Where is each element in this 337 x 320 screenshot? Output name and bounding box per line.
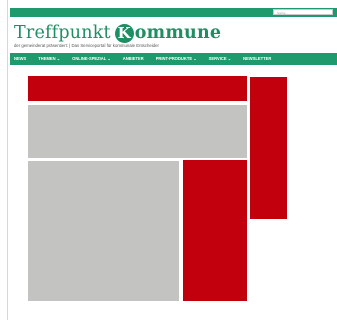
ad-banner-top[interactable] — [28, 76, 247, 101]
ad-skyscraper-right[interactable] — [250, 77, 287, 219]
search-input[interactable]: Suche ... — [273, 9, 333, 15]
main-navigation: NEWS THEMEN ⌄ ONLINE-SPEZIAL ⌄ ANBIETER … — [10, 53, 337, 65]
site-tagline: der gemeinderat präsentiert: | Das Servi… — [14, 43, 159, 48]
nav-item-anbieter[interactable]: ANBIETER — [117, 53, 150, 65]
page: Suche ... Treffpunkt K ommune der gemein… — [8, 0, 337, 320]
content-placeholder-main — [28, 161, 179, 301]
nav-item-print-produkte[interactable]: PRINT-PRODUKTE ⌄ — [150, 53, 203, 65]
logo-word-treffpunkt: Treffpunkt — [14, 23, 111, 43]
nav-item-news[interactable]: NEWS — [10, 53, 32, 65]
nav-item-service[interactable]: SERVICE ⌄ — [203, 53, 237, 65]
site-logo[interactable]: Treffpunkt K ommune — [14, 22, 221, 44]
nav-item-themen[interactable]: THEMEN ⌄ — [32, 53, 66, 65]
ad-box-sidebar[interactable] — [183, 160, 247, 301]
nav-item-online-spezial[interactable]: ONLINE-SPEZIAL ⌄ — [66, 53, 117, 65]
logo-word-ommune: ommune — [134, 23, 222, 43]
nav-item-newsletter[interactable]: NEWSLETTER — [237, 53, 277, 65]
logo-k-badge: K — [114, 23, 134, 43]
content-placeholder-wide — [28, 105, 247, 158]
top-bar: Suche ... — [10, 8, 337, 17]
